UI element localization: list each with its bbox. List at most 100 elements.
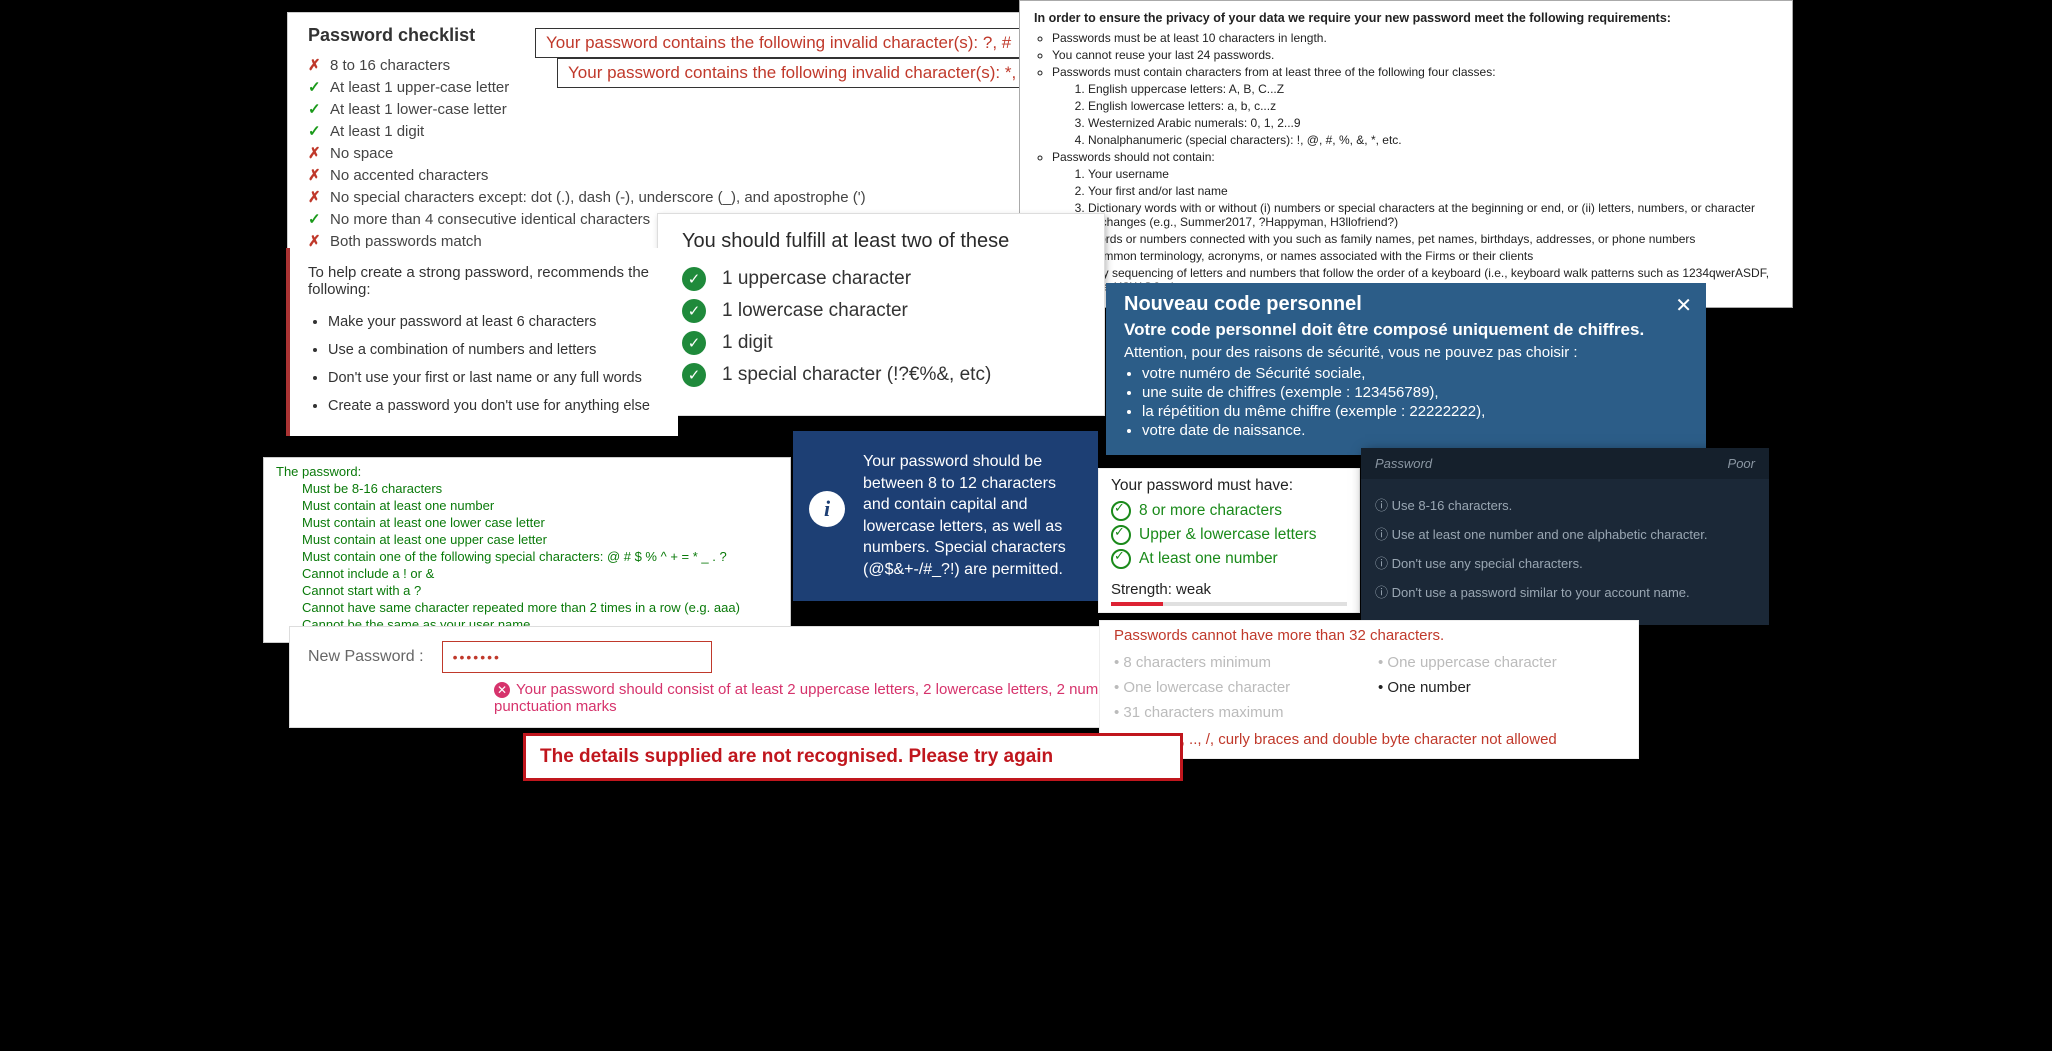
fr-title: Nouveau code personnel	[1124, 293, 1688, 316]
green-rule: Cannot start with a ?	[302, 583, 778, 598]
green-rule: Cannot have same character repeated more…	[302, 600, 778, 615]
must-item: At least one number	[1111, 549, 1347, 569]
blue-text: Your password should be between 8 to 12 …	[863, 451, 1080, 581]
checklist-item: ✗No special characters except: dot (.), …	[308, 186, 1002, 208]
privacy-not-lead: Passwords should not contain:	[1052, 150, 1778, 164]
check-icon: ✓	[308, 78, 330, 96]
invalid-chars-error-1: Your password contains the following inv…	[535, 28, 1022, 58]
x-icon: ✗	[308, 188, 330, 206]
check-icon	[1111, 525, 1131, 545]
green-title: The password:	[276, 464, 778, 479]
must-item: 8 or more characters	[1111, 501, 1347, 521]
must-item: Upper & lowercase letters	[1111, 525, 1347, 545]
hint-item: 8 characters minimum	[1114, 654, 1360, 671]
check-icon: ✓	[308, 122, 330, 140]
new-password-input[interactable]	[442, 641, 712, 673]
password-placeholder: Password	[1375, 456, 1432, 471]
check-icon: ✓	[682, 267, 706, 291]
invalid-chars-error-2: Your password contains the following inv…	[557, 58, 1038, 88]
dark-tip: Use 8-16 characters.	[1375, 495, 1755, 514]
x-icon: ✗	[308, 166, 330, 184]
password-rating: Poor	[1728, 456, 1755, 471]
privacy-class-item: English lowercase letters: a, b, c...z	[1088, 99, 1778, 113]
strength-label: Strength: weak	[1111, 581, 1347, 598]
fulfill-item: ✓1 uppercase character	[682, 267, 1080, 291]
dark-password-panel: Password Poor Use 8-16 characters. Use at…	[1361, 448, 1769, 625]
collage: Password checklist ✗8 to 16 characters✓A…	[259, 0, 1793, 784]
info-icon: i	[809, 491, 845, 527]
tip-item: Don't use your first or last name or any…	[328, 364, 660, 392]
privacy-item: You cannot reuse your last 24 passwords.	[1052, 48, 1778, 62]
privacy-lead: In order to ensure the privacy of your d…	[1034, 11, 1778, 25]
check-icon: ✓	[682, 331, 706, 355]
hints-error: Passwords cannot have more than 32 chara…	[1114, 627, 1624, 644]
new-password-error: ✕Your password should consist of at leas…	[494, 681, 1190, 715]
fulfill-item: ✓1 digit	[682, 331, 1080, 355]
green-rule: Must contain at least one upper case let…	[302, 532, 778, 547]
check-icon: ✓	[308, 210, 330, 228]
checklist-item: ✗No space	[308, 142, 1002, 164]
blue-info-panel: i Your password should be between 8 to 1…	[793, 431, 1098, 601]
x-icon: ✗	[308, 56, 330, 74]
close-icon[interactable]: ✕	[1675, 293, 1692, 318]
hint-item: One lowercase character	[1114, 679, 1360, 696]
privacy-not-item: Dictionary words with or without (i) num…	[1088, 201, 1778, 229]
new-password-label: New Password :	[308, 648, 424, 666]
checklist-item: ✓At least 1 digit	[308, 120, 1002, 142]
privacy-requirements-panel: In order to ensure the privacy of your d…	[1019, 0, 1793, 308]
green-rule: Cannot include a ! or &	[302, 566, 778, 581]
privacy-item: Passwords must contain characters from a…	[1052, 65, 1778, 79]
password-input[interactable]: Password Poor	[1361, 448, 1769, 479]
privacy-not-item: Words or numbers connected with you such…	[1088, 232, 1778, 246]
green-rule: Must contain at least one number	[302, 498, 778, 513]
fulfill-item: ✓1 lowercase character	[682, 299, 1080, 323]
check-icon: ✓	[682, 363, 706, 387]
check-icon	[1111, 549, 1131, 569]
x-icon: ✗	[308, 144, 330, 162]
fr-item: la répétition du même chiffre (exemple :…	[1142, 403, 1688, 420]
green-rule: Must contain one of the following specia…	[302, 549, 778, 564]
tips-lead: To help create a strong password, recomm…	[308, 264, 660, 298]
french-panel: ✕ Nouveau code personnel Votre code pers…	[1106, 283, 1706, 455]
not-recognised-banner: The details supplied are not recognised.…	[523, 733, 1183, 781]
tip-item: Create a password you don't use for anyt…	[328, 392, 660, 420]
check-icon: ✓	[308, 100, 330, 118]
must-have-panel: Your password must have: 8 or more chara…	[1098, 468, 1360, 613]
green-rule: Must be 8-16 characters	[302, 481, 778, 496]
fr-attention: Attention, pour des raisons de sécurité,…	[1124, 344, 1688, 361]
fr-item: votre date de naissance.	[1142, 422, 1688, 439]
dark-tip: Don't use a password similar to your acc…	[1375, 582, 1755, 601]
fr-list: votre numéro de Sécurité sociale, une sui…	[1142, 365, 1688, 439]
fr-item: une suite de chiffres (exemple : 1234567…	[1142, 384, 1688, 401]
privacy-not-item: Your username	[1088, 167, 1778, 181]
privacy-class-item: English uppercase letters: A, B, C...Z	[1088, 82, 1778, 96]
tip-item: Use a combination of numbers and letters	[328, 336, 660, 364]
privacy-item: Passwords must be at least 10 characters…	[1052, 31, 1778, 45]
check-icon	[1111, 501, 1131, 521]
hints-red: Spaces, ?, .., /, curly braces and doubl…	[1114, 731, 1624, 748]
privacy-top-list: Passwords must be at least 10 characters…	[1052, 31, 1778, 294]
privacy-class-item: Nonalphanumeric (special characters): !,…	[1088, 133, 1778, 147]
hint-item: One uppercase character	[1378, 654, 1624, 671]
dark-tip: Don't use any special characters.	[1375, 553, 1755, 572]
must-title: Your password must have:	[1111, 477, 1347, 495]
hint-item: 31 characters maximum	[1114, 704, 1360, 721]
fulfill-panel: You should fulfill at least two of these…	[657, 213, 1105, 416]
tip-item: Make your password at least 6 characters	[328, 308, 660, 336]
hint-item: One number	[1378, 679, 1624, 696]
tips-list: Make your password at least 6 characters…	[308, 308, 660, 420]
check-icon: ✓	[682, 299, 706, 323]
dark-tip: Use at least one number and one alphabet…	[1375, 524, 1755, 543]
fulfill-item: ✓1 special character (!?€%&, etc)	[682, 363, 1080, 387]
fr-item: votre numéro de Sécurité sociale,	[1142, 365, 1688, 382]
green-rules-panel: The password: Must be 8-16 characters Mus…	[263, 457, 791, 643]
privacy-not-item: Common terminology, acronyms, or names a…	[1088, 249, 1778, 263]
new-password-form: New Password : ✕Your password should con…	[289, 626, 1209, 728]
green-rule: Must contain at least one lower case let…	[302, 515, 778, 530]
privacy-not-item: Your first and/or last name	[1088, 184, 1778, 198]
strength-bar	[1111, 602, 1347, 606]
privacy-class-item: Westernized Arabic numerals: 0, 1, 2...9	[1088, 116, 1778, 130]
checklist-item: ✓At least 1 lower-case letter	[308, 98, 1002, 120]
error-icon: ✕	[494, 682, 510, 698]
checklist-item: ✗No accented characters	[308, 164, 1002, 186]
